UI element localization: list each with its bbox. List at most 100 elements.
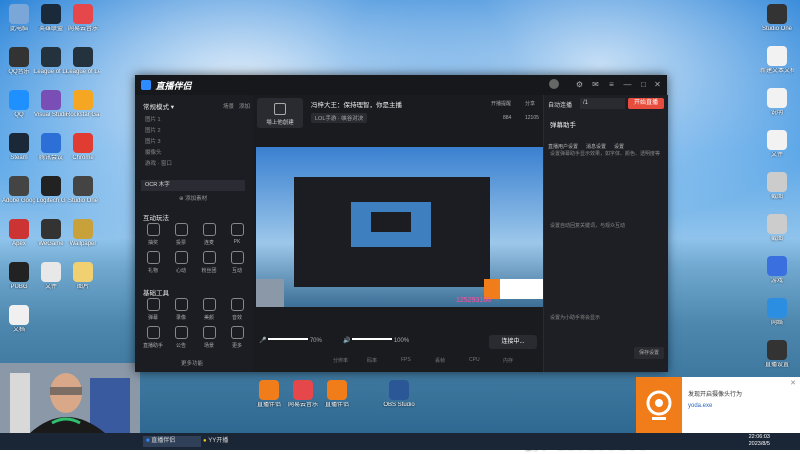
tool-button[interactable]: 投票 [168,223,194,246]
live-notify-link[interactable]: 开播提醒 [491,100,511,107]
notification-sub[interactable]: yoda.exe [688,403,712,409]
save-settings-button[interactable]: 保存设置 [634,347,664,359]
speaker-control[interactable]: 🔊 100% [343,337,409,344]
app-icon [41,262,61,282]
source-item[interactable]: 摄像头 [141,148,245,159]
desktop-icon[interactable]: 此电脑 [2,4,36,33]
desktop-icon[interactable]: OBS Studio [382,380,416,409]
source-item[interactable]: 图片 3 [141,137,245,148]
desktop-icon[interactable]: Wallpaper [66,219,100,248]
game-source-item[interactable]: OCR 木字 [141,180,245,191]
desktop-icon[interactable]: League of Legends [34,47,68,76]
stream-field[interactable]: /1 [580,98,625,109]
desktop-icon[interactable]: 英雄联盟 [34,4,68,33]
maximize-icon[interactable]: □ [639,80,648,89]
mic-control[interactable]: 🎤 70% [259,337,322,344]
source-item[interactable]: 图片 1 [141,115,245,126]
desktop-icon[interactable]: Adobe Google Co... [2,176,36,205]
desktop-icon[interactable]: QQ音乐 [2,47,36,76]
tool-button[interactable]: 音效 [224,298,250,321]
desktop-icon[interactable]: 截图 [760,214,794,243]
desktop-icon[interactable]: Logitech G [34,176,68,205]
settings-icon[interactable]: ⚙ [575,80,584,89]
add-scene-button[interactable]: 場上他創建 [257,98,303,128]
yy-task-icon: ● [203,438,207,444]
desktop-icon[interactable]: Apex [2,219,36,248]
desktop-icon[interactable]: Studio One [66,176,100,205]
desktop-icon[interactable]: 新建文本文档 [760,46,794,75]
desktop-icon[interactable]: 截图 [760,172,794,201]
desktop-icon[interactable]: Rockstar Games [66,90,100,119]
tool-button[interactable]: 录像 [168,298,194,321]
source-item[interactable]: 图片 2 [141,126,245,137]
mode-selector[interactable]: 常规模式 ▾ [143,101,174,111]
notification-close-icon[interactable]: ✕ [790,379,796,387]
tool-button[interactable]: 美颜 [196,298,222,321]
share-link[interactable]: 分享 [525,100,535,107]
start-stream-button[interactable]: 连接中... [489,335,537,349]
desktop-icon[interactable]: QQ [2,90,36,119]
mic-slider[interactable] [268,338,309,340]
app-icon [9,219,29,239]
speaker-slider[interactable] [352,338,393,340]
app-icon [767,298,787,318]
tool-button[interactable]: 公告 [168,326,194,349]
desktop-icon[interactable]: League of Legends [66,47,100,76]
tool-button[interactable]: 连麦 [196,223,222,246]
desktop-icon-label: 文档 [12,327,25,333]
stream-preview[interactable]: 125293166 [256,147,543,307]
source-item[interactable]: 游戏 · 窗口 [141,159,245,170]
category-tag[interactable]: LOL手游 · 峡谷对决 [311,113,368,123]
desktop-icon[interactable]: 游戏 [760,256,794,285]
desktop-icon-label: 直播设置 [764,362,789,368]
desktop-icon[interactable]: Steam [2,133,36,162]
stream-title[interactable]: 冯梓大王：保持理智，你是主播 [311,99,402,109]
desktop-icon[interactable]: 腾讯会议 [34,133,68,162]
menu-icon[interactable]: ≡ [607,80,616,89]
desktop-icon[interactable]: 文档 [2,305,36,334]
title-bar: 直播伴侣 ⚙ ✉ ≡ — □ ✕ [135,75,667,95]
desktop-icon[interactable]: 直播伴侣 [320,380,354,409]
auto-stream-button[interactable]: 自动连播 [548,100,572,109]
scene-button[interactable]: 场景 [223,102,234,110]
tool-button[interactable]: 弹幕 [140,298,166,321]
tool-button[interactable]: 抽奖 [140,223,166,246]
tool-button[interactable]: 更多 [224,326,250,349]
tool-button[interactable]: 粉丝团 [196,251,222,274]
taskbar-item-live-companion[interactable]: ■ 直播伴侣 [143,436,201,447]
tool-button[interactable]: 互动 [224,251,250,274]
go-live-button[interactable]: 开始直播 [628,98,664,109]
desktop-icon[interactable]: Studio One [760,4,794,33]
right-tab[interactable]: 设置 [614,143,624,150]
desktop-icon[interactable]: 网易云音乐 [286,380,320,409]
avatar[interactable] [549,79,559,89]
add-source-button[interactable]: ⊕ 添加素材 [179,194,207,202]
more-features-link[interactable]: 更多功能 [181,359,203,367]
source-button[interactable]: 添加 [239,102,250,110]
minimize-icon[interactable]: — [623,80,632,89]
desktop-icon[interactable]: PUBG [2,262,36,291]
right-tab[interactable]: 直播用户设置 [548,143,578,150]
desktop-icon[interactable]: 文件 [34,262,68,291]
right-tab[interactable]: 消息设置 [586,143,606,150]
tool-button[interactable]: PK [224,223,250,245]
tool-button[interactable]: 直播助手 [140,326,166,349]
desktop-icon[interactable]: Chrome [66,133,100,162]
tool-button[interactable]: 场景 [196,326,222,349]
desktop-icon[interactable]: 直播设置 [760,340,794,369]
desktop-icon[interactable]: 图片 [66,262,100,291]
desktop-icon[interactable]: 说明 [760,88,794,117]
taskbar-clock[interactable]: 22:06:03 2023/8/5 [749,434,770,448]
desktop-icon[interactable]: 网易云音乐 [66,4,100,33]
desktop-icon[interactable]: 网络 [760,298,794,327]
desktop-icon[interactable]: Visual Studio [34,90,68,119]
desktop-icon[interactable]: WeGame [34,219,68,248]
desktop-icon[interactable]: 直播伴侣 [252,380,286,409]
tool-button[interactable]: 礼物 [140,251,166,274]
tool-button[interactable]: 心动 [168,251,194,274]
message-icon[interactable]: ✉ [591,80,600,89]
camera-notification[interactable]: 发现开启摄像头行为 yoda.exe ✕ [636,377,800,433]
taskbar-item-yy[interactable]: ● YY开播 [200,436,253,447]
close-icon[interactable]: ✕ [653,80,662,89]
desktop-icon[interactable]: 文件 [760,130,794,159]
